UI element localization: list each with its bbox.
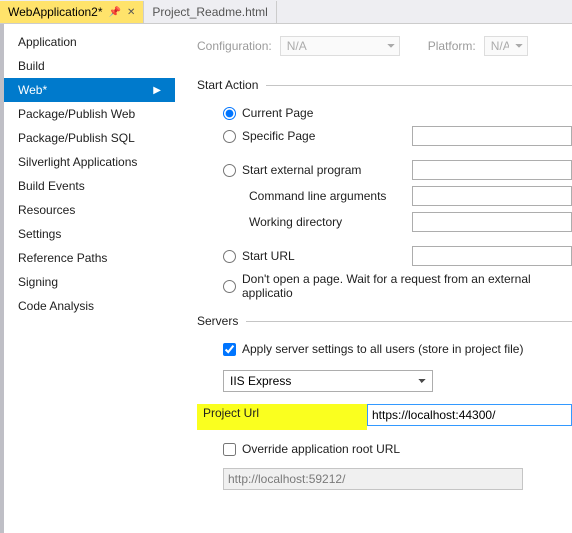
sidebar-item-package-publish-web[interactable]: Package/Publish Web xyxy=(4,102,175,126)
radio-dont-open-input[interactable] xyxy=(223,280,236,293)
working-directory-row: Working directory xyxy=(249,212,572,232)
divider xyxy=(246,321,572,322)
close-icon[interactable]: ✕ xyxy=(127,7,135,18)
tab-webapplication2[interactable]: WebApplication2* 📌 ✕ xyxy=(0,1,144,23)
document-tabs: WebApplication2* 📌 ✕ Project_Readme.html xyxy=(0,0,572,24)
radio-specific-page-input[interactable] xyxy=(223,130,236,143)
override-root-checkbox[interactable] xyxy=(223,443,236,456)
project-url-row: Project Url xyxy=(197,404,572,430)
radio-dont-open[interactable]: Don't open a page. Wait for a request fr… xyxy=(223,272,572,300)
sidebar-item-silverlight[interactable]: Silverlight Applications xyxy=(4,150,175,174)
radio-start-url-input[interactable] xyxy=(223,250,236,263)
project-url-input[interactable] xyxy=(367,404,572,426)
apply-server-settings-checkbox[interactable] xyxy=(223,343,236,356)
radio-start-external-input[interactable] xyxy=(223,164,236,177)
sidebar-item-application[interactable]: Application xyxy=(4,30,175,54)
sidebar-item-web[interactable]: Web* ▶ xyxy=(4,78,175,102)
root-url-input xyxy=(223,468,523,490)
radio-start-url[interactable]: Start URL xyxy=(223,246,572,266)
working-directory-input[interactable] xyxy=(412,212,572,232)
command-line-args-input[interactable] xyxy=(412,186,572,206)
start-external-input[interactable] xyxy=(412,160,572,180)
platform-label: Platform: xyxy=(428,39,476,53)
radio-current-page[interactable]: Current Page xyxy=(223,106,572,120)
servers-heading: Servers xyxy=(197,314,572,328)
chevron-right-icon: ▶ xyxy=(153,85,161,96)
radio-start-external[interactable]: Start external program xyxy=(223,160,572,180)
project-properties-sidebar: Application Build Web* ▶ Package/Publish… xyxy=(0,24,175,533)
sidebar-item-package-publish-sql[interactable]: Package/Publish SQL xyxy=(4,126,175,150)
divider xyxy=(266,85,572,86)
command-line-args-row: Command line arguments xyxy=(249,186,572,206)
project-url-label: Project Url xyxy=(197,404,367,430)
sidebar-item-build[interactable]: Build xyxy=(4,54,175,78)
tab-label: Project_Readme.html xyxy=(152,5,267,19)
sidebar-item-code-analysis[interactable]: Code Analysis xyxy=(4,294,175,318)
configuration-dropdown[interactable]: N/A xyxy=(280,36,400,56)
tab-project-readme[interactable]: Project_Readme.html xyxy=(144,1,276,23)
radio-current-page-input[interactable] xyxy=(223,107,236,120)
start-action-heading: Start Action xyxy=(197,78,572,92)
sidebar-item-resources[interactable]: Resources xyxy=(4,198,175,222)
specific-page-input[interactable] xyxy=(412,126,572,146)
override-root-row[interactable]: Override application root URL xyxy=(223,442,572,456)
apply-server-settings-row[interactable]: Apply server settings to all users (stor… xyxy=(223,342,572,356)
sidebar-item-settings[interactable]: Settings xyxy=(4,222,175,246)
platform-dropdown[interactable]: N/A xyxy=(484,36,528,56)
tab-label: WebApplication2* xyxy=(8,5,103,19)
sidebar-item-signing[interactable]: Signing xyxy=(4,270,175,294)
web-properties-panel: Configuration: N/A Platform: N/A Start A… xyxy=(175,24,572,533)
start-url-input[interactable] xyxy=(412,246,572,266)
sidebar-item-label: Web* xyxy=(18,83,47,97)
sidebar-item-reference-paths[interactable]: Reference Paths xyxy=(4,246,175,270)
configuration-label: Configuration: xyxy=(197,39,272,53)
sidebar-item-build-events[interactable]: Build Events xyxy=(4,174,175,198)
radio-specific-page[interactable]: Specific Page xyxy=(223,126,572,146)
pin-icon[interactable]: 📌 xyxy=(109,7,121,18)
server-type-dropdown[interactable]: IIS Express xyxy=(223,370,433,392)
